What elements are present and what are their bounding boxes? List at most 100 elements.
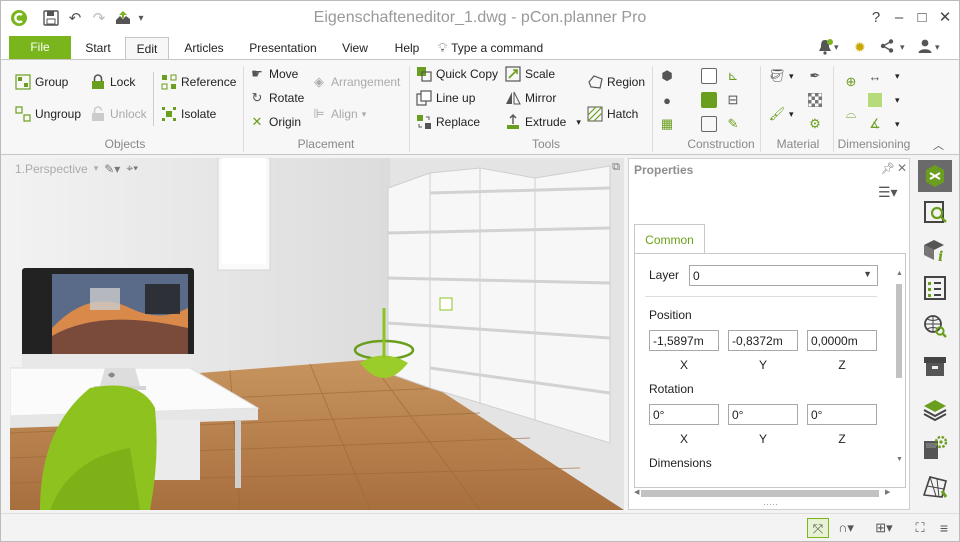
collapse-ribbon-icon[interactable]: ︿ — [933, 138, 944, 152]
isolate-button[interactable]: Isolate — [161, 104, 216, 124]
position-x-field[interactable]: -1,5897m — [649, 330, 719, 351]
ungroup-button[interactable]: Ungroup — [15, 104, 81, 124]
dimension-area-icon[interactable]: ▾ — [867, 90, 900, 110]
scroll-up-icon[interactable]: ▲ — [896, 270, 903, 277]
horizontal-scrollbar[interactable] — [641, 490, 879, 497]
material-settings-icon[interactable]: ⚙ — [807, 114, 823, 134]
align-button[interactable]: ⊫ Align ▾ — [311, 104, 366, 124]
close-button[interactable]: ✕ — [933, 7, 957, 29]
paint-bucket-icon[interactable]: 🪣︎ ▾ — [769, 66, 794, 86]
user-icon[interactable] — [917, 38, 933, 56]
help-button[interactable]: ? — [864, 7, 888, 29]
panel-menu-icon[interactable]: ☰▾ — [878, 184, 898, 201]
construction-axis-icon[interactable]: ⊾ — [725, 66, 741, 86]
tools-settings-icon[interactable] — [918, 160, 952, 192]
tab-edit[interactable]: Edit — [125, 37, 169, 59]
position-z-field[interactable]: 0,0000m — [807, 330, 877, 351]
orbit-magnet-icon[interactable]: ∩▾ — [835, 518, 857, 538]
user-dropdown-icon[interactable]: ▾ — [935, 38, 940, 56]
quick-copy-button[interactable]: Quick Copy — [416, 64, 498, 84]
menu-icon[interactable]: ≡ — [933, 518, 955, 538]
lock-button[interactable]: Lock — [90, 72, 135, 92]
layers-icon[interactable] — [918, 394, 952, 426]
eyedropper-icon[interactable]: ✒ — [807, 66, 823, 86]
construction-subtract-icon[interactable] — [701, 114, 717, 134]
view-crosshair-icon[interactable]: ⌖▾ — [126, 161, 138, 176]
hatch-button[interactable]: Hatch — [587, 104, 638, 124]
tab-file[interactable]: File — [9, 36, 71, 59]
tab-common[interactable]: Common — [634, 224, 705, 254]
construction-sphere-icon[interactable]: ● — [659, 90, 675, 110]
tab-help[interactable]: Help — [387, 37, 427, 59]
arrangement-button[interactable]: ◈ Arrangement — [311, 72, 400, 92]
tab-articles[interactable]: Articles — [177, 37, 231, 59]
resize-grip-icon[interactable]: ····· — [763, 499, 778, 509]
globe-search-icon[interactable] — [918, 310, 952, 342]
floor-plan-grid-icon[interactable] — [918, 470, 952, 502]
origin-button[interactable]: ✕ Origin — [249, 112, 301, 132]
scroll-down-icon[interactable]: ▼ — [896, 456, 903, 463]
brush-icon[interactable]: 🖌︎ ▾ — [769, 104, 794, 124]
checklist-icon[interactable] — [918, 272, 952, 304]
rotation-z-field[interactable]: 0° — [807, 404, 877, 425]
dimension-linear-icon[interactable]: ↔ ▾ — [867, 66, 900, 86]
fullscreen-icon[interactable]: ⛶ — [909, 518, 931, 538]
3d-viewport[interactable]: 1.Perspective ▾ ✎▾ ⌖▾ ⧉ — [10, 158, 624, 510]
brightness-icon[interactable]: ✹ — [854, 38, 866, 56]
share-icon[interactable] — [879, 38, 895, 56]
extrude-button[interactable]: Extrude ▾ — [505, 112, 581, 132]
rotation-y-field[interactable]: 0° — [728, 404, 798, 425]
rotation-x-field[interactable]: 0° — [649, 404, 719, 425]
dimension-angle-icon[interactable]: ∡ ▾ — [867, 114, 899, 134]
tab-start[interactable]: Start — [77, 37, 119, 59]
layout-grid-icon[interactable]: ⊞▾ — [873, 518, 895, 538]
rotate-button[interactable]: ↻ Rotate — [249, 88, 305, 108]
construction-union-icon[interactable] — [701, 90, 717, 110]
group-label-tools: Tools — [531, 137, 560, 151]
scroll-left-icon[interactable]: ◀ — [634, 488, 639, 496]
ribbon-group-separator — [243, 66, 244, 152]
notification-dropdown-icon[interactable]: ▾ — [834, 38, 839, 56]
scrollbar-thumb[interactable] — [896, 284, 902, 378]
line-up-button[interactable]: Line up — [416, 88, 475, 108]
construction-box-icon[interactable]: ⬢ — [659, 66, 675, 86]
group-button[interactable]: Group — [15, 72, 68, 92]
checker-texture-icon[interactable] — [807, 90, 823, 110]
restore-view-icon[interactable]: ⧉ — [612, 161, 620, 174]
share-dropdown-icon[interactable]: ▾ — [900, 38, 905, 56]
vertical-scrollbar[interactable]: ▲ ▼ — [895, 270, 903, 463]
catalog-search-icon[interactable] — [918, 196, 952, 228]
move-button[interactable]: ☛ Move — [249, 64, 298, 84]
construction-split-icon[interactable]: ⊟ — [725, 90, 741, 110]
minimize-button[interactable]: – — [887, 7, 911, 29]
tab-view[interactable]: View — [335, 37, 375, 59]
view-label[interactable]: 1.Perspective — [15, 162, 88, 176]
construction-boolean-icon[interactable] — [701, 66, 717, 86]
maximize-button[interactable]: □ — [910, 7, 934, 29]
unlock-button[interactable]: Unlock — [90, 104, 147, 124]
view-pen-icon[interactable]: ✎▾ — [104, 162, 120, 176]
layer-select[interactable]: 0 ▼ — [689, 265, 878, 286]
construction-pencil-icon[interactable]: ✎ — [725, 114, 741, 134]
position-y-field[interactable]: -0,8372m — [728, 330, 798, 351]
scroll-right-icon[interactable]: ▶ — [885, 488, 890, 496]
replace-button[interactable]: Replace — [416, 112, 480, 132]
dimension-arc-icon[interactable]: ⌓ — [843, 104, 859, 124]
measure-point-icon[interactable]: ⊕ — [843, 72, 859, 92]
pin-icon[interactable]: 📌︎ — [881, 162, 895, 175]
scale-button[interactable]: Scale — [505, 64, 555, 84]
fit-view-icon[interactable]: ⤧ — [807, 518, 829, 538]
notification-bell-icon[interactable] — [816, 38, 834, 56]
properties-panel: Properties 📌︎ ✕ ☰▾ Common Layer 0 ▼ Posi… — [628, 158, 910, 510]
reference-button[interactable]: Reference — [161, 72, 236, 92]
tab-presentation[interactable]: Presentation — [241, 37, 325, 59]
command-search[interactable]: 💡︎ Type a command — [438, 39, 543, 57]
panel-close-icon[interactable]: ✕ — [897, 161, 907, 175]
construction-wall-icon[interactable]: ▦ — [659, 114, 675, 134]
region-button[interactable]: Region — [587, 72, 645, 92]
view-dropdown-icon[interactable]: ▾ — [94, 163, 99, 174]
render-settings-icon[interactable] — [918, 432, 952, 464]
archive-box-icon[interactable] — [918, 350, 952, 382]
article-info-icon[interactable]: i — [918, 234, 952, 266]
mirror-button[interactable]: Mirror — [505, 88, 556, 108]
